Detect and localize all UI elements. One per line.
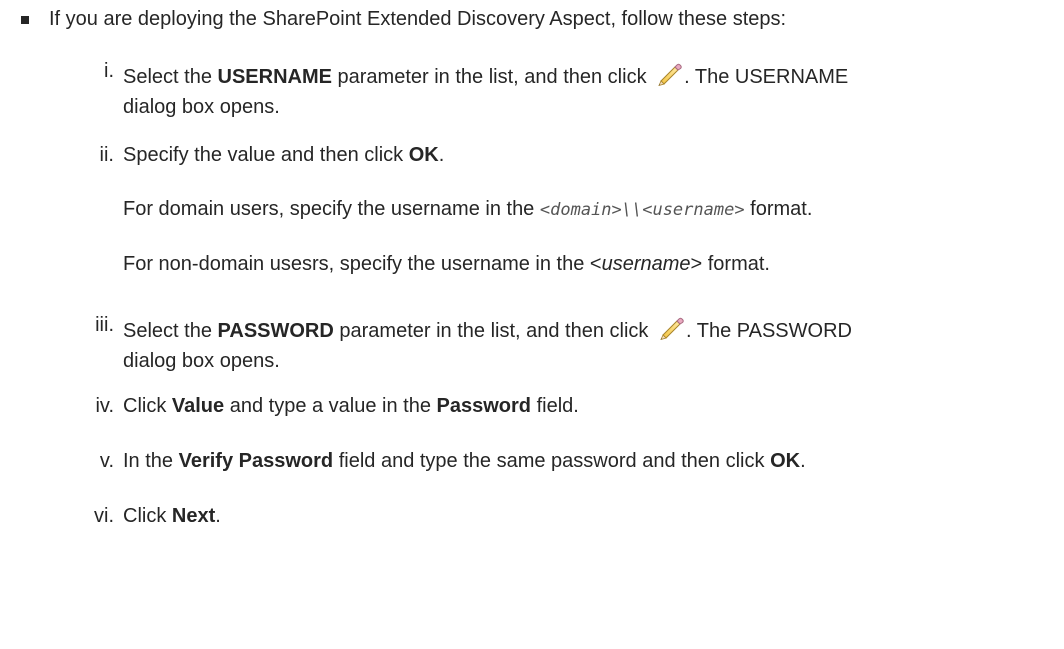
step-text: Select the	[123, 66, 218, 88]
step-text: . The USERNAME	[684, 66, 849, 88]
field-name: Verify Password	[178, 450, 334, 472]
note-text: For non-domain usesrs, specify the usern…	[123, 253, 602, 275]
step-text: parameter in the list, and then click	[331, 66, 653, 88]
note-text: format.	[744, 198, 813, 220]
param-name: USERNAME	[217, 66, 332, 88]
step-text: and type a value in the	[224, 395, 437, 417]
format-code: <domain>\\<username>	[539, 200, 745, 220]
step-text: Click	[123, 505, 172, 527]
bullet-item: If you are deploying the SharePoint Exte…	[20, 8, 786, 31]
step-number: v.	[99, 450, 114, 472]
step-text: Specify the value and then click	[123, 144, 409, 166]
step-text: field.	[531, 395, 579, 417]
step-text: .	[215, 505, 221, 527]
button-name: Next	[171, 505, 216, 527]
field-name: Password	[436, 395, 532, 417]
step-text: Click	[123, 395, 172, 417]
step-text: .	[438, 144, 445, 166]
note-text: For domain users, specify the username i…	[123, 198, 540, 220]
step-text-line2: dialog box opens.	[123, 350, 280, 372]
non-domain-users-note: For non-domain usesrs, specify the usern…	[123, 249, 770, 279]
step-number: vi.	[94, 505, 114, 527]
step-text: Select the	[123, 320, 218, 342]
step-number: ii.	[99, 144, 114, 166]
note-text: > format.	[690, 253, 770, 275]
step-number: i.	[104, 60, 114, 82]
step-number: iv.	[95, 395, 114, 417]
step-text: In the	[123, 450, 179, 472]
format-placeholder: username	[601, 253, 691, 275]
step-text: parameter in the list, and then click	[333, 320, 654, 342]
step-text: .	[800, 450, 806, 472]
bullet-marker	[21, 15, 29, 24]
step-text: field and type the same password and the…	[333, 450, 771, 472]
domain-users-note: For domain users, specify the username i…	[123, 194, 812, 225]
step-text-line2: dialog box opens.	[123, 96, 280, 118]
step-number: iii.	[95, 314, 114, 336]
pencil-icon	[658, 63, 682, 86]
pencil-icon	[660, 317, 684, 340]
button-name: OK	[408, 144, 439, 166]
option-name: Value	[171, 395, 225, 417]
step-text: . The PASSWORD	[685, 320, 852, 342]
param-name: PASSWORD	[217, 320, 334, 342]
intro-text: If you are deploying the SharePoint Exte…	[49, 8, 787, 30]
button-name: OK	[770, 450, 801, 472]
